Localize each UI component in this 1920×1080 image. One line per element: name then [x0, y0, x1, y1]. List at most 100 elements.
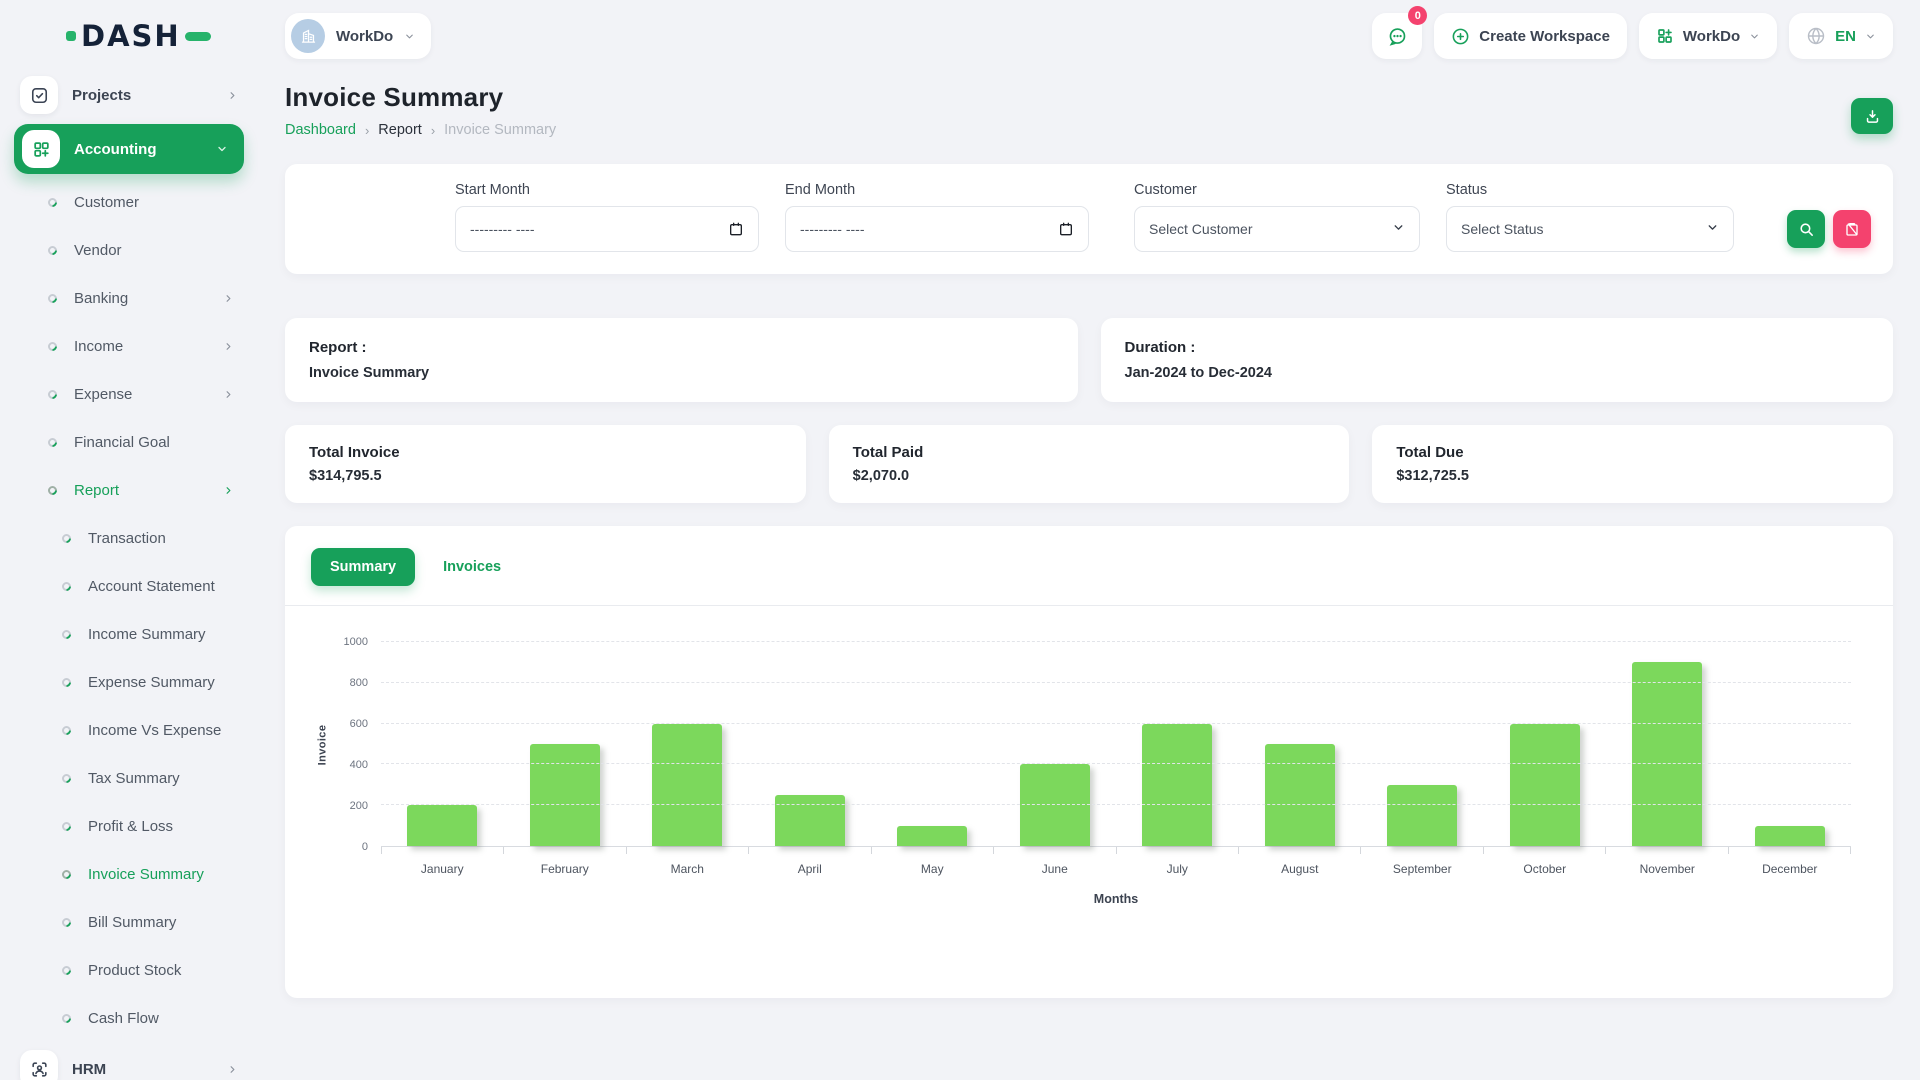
gridline [381, 763, 1851, 764]
chart-bars [381, 642, 1851, 846]
y-tick-label: 1000 [344, 636, 368, 648]
breadcrumb-report[interactable]: Report [378, 122, 422, 138]
sidebar-item-cash-flow[interactable]: Cash Flow [0, 994, 258, 1042]
sidebar-item-income-vs-expense[interactable]: Income Vs Expense [0, 706, 258, 754]
filter-actions [1787, 210, 1871, 248]
sidebar-item-profit-loss[interactable]: Profit & Loss [0, 802, 258, 850]
customer-select[interactable]: Select Customer [1134, 206, 1420, 252]
bullet-icon [46, 484, 59, 497]
org-switcher[interactable]: WorkDo [1639, 13, 1777, 59]
sidebar-item-expense[interactable]: Expense [0, 370, 258, 418]
total-value: $2,070.0 [853, 468, 1326, 484]
sidebar-item-banking[interactable]: Banking [0, 274, 258, 322]
chart-category-september [1361, 642, 1484, 846]
total-card-total-due: Total Due$312,725.5 [1372, 425, 1893, 503]
sidebar-item-transaction[interactable]: Transaction [0, 514, 258, 562]
status-field: Status Select Status [1446, 182, 1734, 252]
bullet-icon [60, 628, 73, 641]
notifications-button[interactable]: 0 [1372, 13, 1422, 59]
sidebar-item-tax-summary[interactable]: Tax Summary [0, 754, 258, 802]
download-icon [1864, 108, 1881, 125]
checkbox-icon [20, 76, 58, 114]
sidebar-item-label: Expense Summary [88, 674, 234, 691]
sidebar-item-label: Profit & Loss [88, 818, 234, 835]
bar-june [1020, 764, 1090, 846]
filter-panel: Start Month --------- ---- End Month ---… [285, 164, 1893, 274]
sidebar-item-label: Income Summary [88, 626, 234, 643]
sidebar-item-expense-summary[interactable]: Expense Summary [0, 658, 258, 706]
sidebar-item-invoice-summary[interactable]: Invoice Summary [0, 850, 258, 898]
bar-february [530, 744, 600, 846]
total-value: $312,725.5 [1396, 468, 1869, 484]
sidebar-item-label: Invoice Summary [88, 866, 234, 883]
create-workspace-button[interactable]: Create Workspace [1434, 13, 1627, 59]
start-month-input[interactable]: --------- ---- [455, 206, 759, 252]
bar-march [652, 724, 722, 846]
calendar-icon [728, 221, 744, 237]
chevron-down-icon [1706, 221, 1719, 237]
top-header: WorkDo 0 Create Workspace WorkDo [285, 0, 1893, 64]
x-tick-mark [1605, 847, 1727, 854]
end-month-input[interactable]: --------- ---- [785, 206, 1089, 252]
end-month-label: End Month [785, 182, 1089, 198]
sidebar-item-account-statement[interactable]: Account Statement [0, 562, 258, 610]
tab-summary[interactable]: Summary [311, 548, 415, 586]
totals-row: Total Invoice$314,795.5Total Paid$2,070.… [285, 425, 1893, 503]
x-tick-mark [503, 847, 625, 854]
sidebar-item-projects[interactable]: Projects [0, 70, 258, 120]
sidebar-item-hrm[interactable]: HRM [0, 1044, 258, 1080]
bar-april [775, 795, 845, 846]
chart-category-january [381, 642, 504, 846]
page-head: Invoice Summary Dashboard›Report›Invoice… [285, 82, 1893, 138]
x-tick-label: June [994, 862, 1117, 876]
sidebar-item-report[interactable]: Report [0, 466, 258, 514]
search-button[interactable] [1787, 210, 1825, 248]
duration-value: Jan-2024 to Dec-2024 [1125, 365, 1870, 381]
chevron-down-icon [1749, 31, 1760, 42]
calendar-icon [1058, 221, 1074, 237]
sidebar-item-label: Customer [74, 194, 234, 211]
chart-category-june [994, 642, 1117, 846]
sidebar-item-product-stock[interactable]: Product Stock [0, 946, 258, 994]
status-select[interactable]: Select Status [1446, 206, 1734, 252]
workspace-switcher[interactable]: WorkDo [285, 13, 431, 59]
breadcrumb-separator: › [365, 123, 369, 138]
sidebar-item-label: Cash Flow [88, 1010, 234, 1027]
tab-invoices[interactable]: Invoices [443, 559, 501, 575]
main-area: WorkDo 0 Create Workspace WorkDo [258, 0, 1920, 1080]
language-switcher[interactable]: EN [1789, 13, 1893, 59]
sidebar-item-label: Product Stock [88, 962, 234, 979]
sidebar-item-accounting[interactable]: Accounting [14, 124, 244, 174]
breadcrumb-dashboard[interactable]: Dashboard [285, 122, 356, 138]
x-tick-label: July [1116, 862, 1239, 876]
x-tick-mark [1728, 847, 1851, 854]
x-tick-label: August [1239, 862, 1362, 876]
customer-selected-value: Select Customer [1149, 221, 1252, 237]
x-tick-label: November [1606, 862, 1729, 876]
sidebar-item-income[interactable]: Income [0, 322, 258, 370]
chart-category-may [871, 642, 994, 846]
sidebar-item-label: Financial Goal [74, 434, 234, 451]
create-workspace-label: Create Workspace [1479, 28, 1610, 45]
download-button[interactable] [1851, 98, 1893, 134]
sidebar-item-customer[interactable]: Customer [0, 178, 258, 226]
sidebar-item-bill-summary[interactable]: Bill Summary [0, 898, 258, 946]
x-tick-label: January [381, 862, 504, 876]
chart-plot-area [381, 642, 1851, 847]
start-month-label: Start Month [455, 182, 759, 198]
x-tick-mark [748, 847, 870, 854]
logo-accent-dash [185, 32, 211, 41]
chart-category-december [1729, 642, 1852, 846]
page-title: Invoice Summary [285, 82, 556, 113]
sidebar-item-income-summary[interactable]: Income Summary [0, 610, 258, 658]
reset-filter-button[interactable] [1833, 210, 1871, 248]
sidebar-item-financial-goal[interactable]: Financial Goal [0, 418, 258, 466]
total-value: $314,795.5 [309, 468, 782, 484]
gridline [381, 723, 1851, 724]
sidebar-item-vendor[interactable]: Vendor [0, 226, 258, 274]
chevron-down-icon [1392, 221, 1405, 237]
bullet-icon [60, 724, 73, 737]
bar-september [1387, 785, 1457, 846]
search-icon [1798, 221, 1815, 238]
logo-accent-dot [66, 31, 76, 41]
